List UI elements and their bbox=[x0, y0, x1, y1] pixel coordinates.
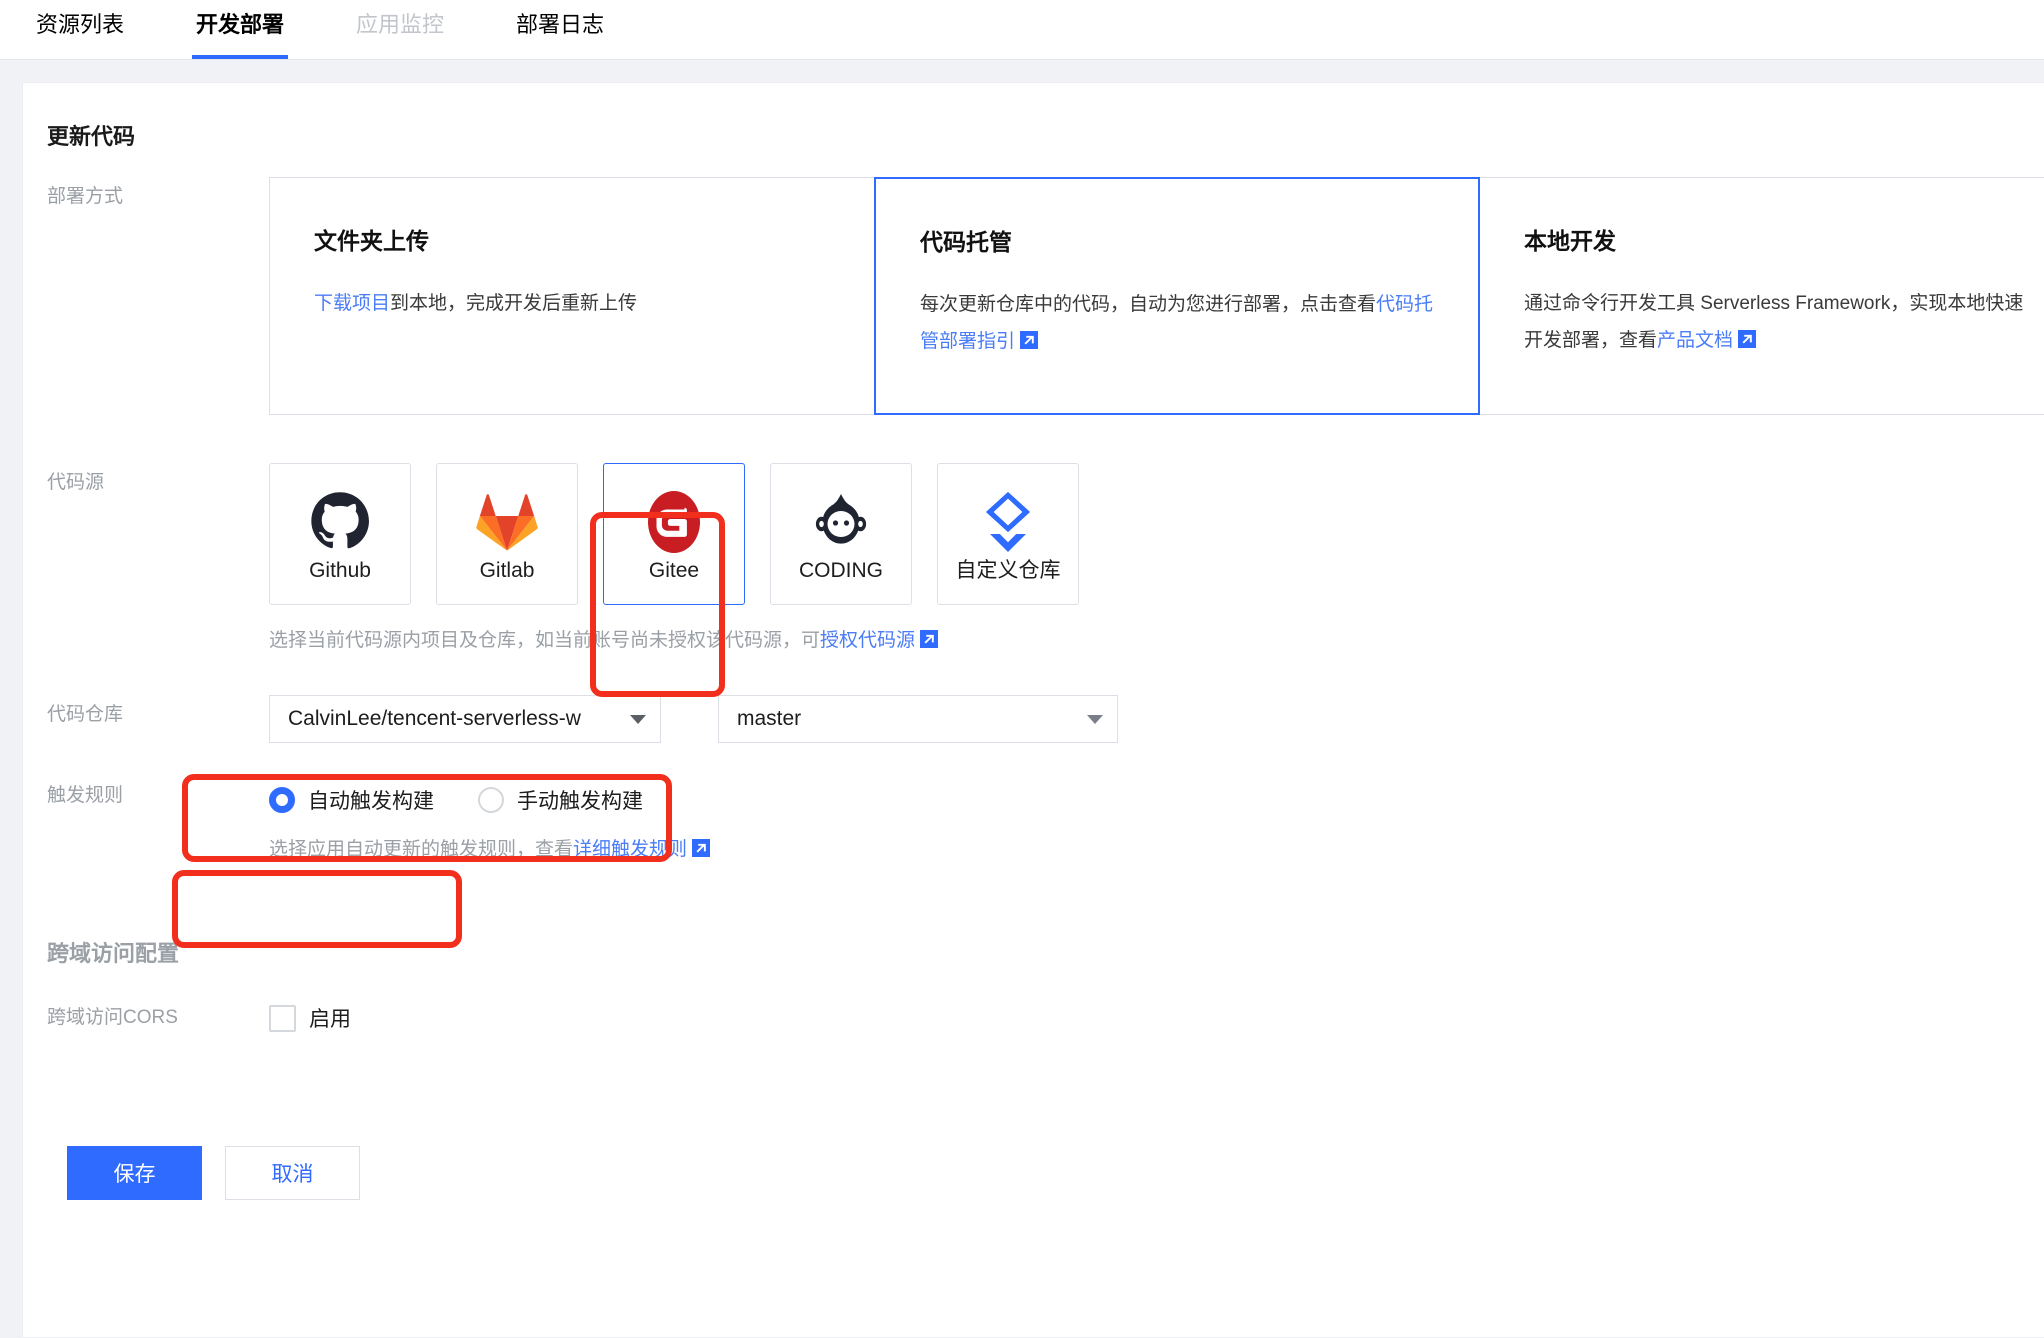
deploy-card-desc: 下载项目到本地，完成开发后重新上传 bbox=[314, 285, 830, 322]
branch-select-value: master bbox=[737, 707, 802, 730]
page-body: 更新代码 部署方式 文件夹上传 下载项目到本地，完成开发后重新上传 代码托管 每… bbox=[0, 60, 2044, 1338]
coding-icon bbox=[808, 488, 874, 556]
deploy-card-title: 本地开发 bbox=[1524, 228, 1616, 254]
external-link-icon bbox=[692, 838, 711, 857]
trigger-rule-hint: 选择应用自动更新的触发规则，查看详细触发规则 bbox=[269, 836, 2044, 864]
github-icon bbox=[309, 488, 371, 556]
cors-label: 跨域访问CORS bbox=[47, 1007, 178, 1028]
code-source-tile-label: Gitee bbox=[648, 558, 700, 582]
radio-manual-trigger[interactable]: 手动触发构建 bbox=[478, 785, 643, 815]
code-source-tile-coding[interactable]: CODING bbox=[770, 463, 912, 605]
product-docs-link[interactable]: 产品文档 bbox=[1657, 330, 1733, 351]
gitlab-icon bbox=[476, 488, 538, 556]
deploy-card-code-hosting[interactable]: 代码托管 每次更新仓库中的代码，自动为您进行部署，点击查看代码托管部署指引 bbox=[874, 177, 1480, 415]
trigger-rule-label: 触发规则 bbox=[47, 785, 124, 806]
cancel-button[interactable]: 取消 bbox=[225, 1146, 360, 1200]
radio-indicator-selected bbox=[269, 787, 295, 813]
deploy-card-folder-upload[interactable]: 文件夹上传 下载项目到本地，完成开发后重新上传 bbox=[269, 177, 875, 415]
tab-app-monitoring[interactable]: 应用监控 bbox=[356, 0, 444, 59]
deploy-card-desc-suffix: 到本地，完成开发后重新上传 bbox=[390, 293, 638, 314]
deploy-method-card-group: 文件夹上传 下载项目到本地，完成开发后重新上传 代码托管 每次更新仓库中的代码，… bbox=[269, 177, 2044, 415]
deploy-method-label: 部署方式 bbox=[47, 186, 124, 207]
code-repo-field: CalvinLee/tencent-serverless-w master bbox=[269, 695, 2044, 743]
form-footer: 保存 取消 bbox=[23, 1146, 2044, 1200]
code-source-tile-github[interactable]: Github bbox=[269, 463, 411, 605]
radio-manual-trigger-label: 手动触发构建 bbox=[517, 790, 643, 813]
external-link-icon bbox=[1020, 325, 1039, 349]
trigger-rule-details-link[interactable]: 详细触发规则 bbox=[573, 839, 687, 860]
radio-indicator bbox=[478, 787, 504, 813]
cors-field: 启用 bbox=[269, 998, 2044, 1038]
code-source-row: 代码源 Github Gitlab Gitee CODING 自定义仓库 选择当… bbox=[23, 463, 2044, 655]
tab-resource-list[interactable]: 资源列表 bbox=[36, 0, 124, 59]
authorize-code-source-link[interactable]: 授权代码源 bbox=[820, 630, 915, 651]
tab-dev-deploy[interactable]: 开发部署 bbox=[192, 0, 289, 59]
external-link-icon bbox=[1738, 324, 1757, 348]
deploy-card-desc-prefix: 每次更新仓库中的代码，自动为您进行部署，点击查看 bbox=[920, 294, 1377, 315]
code-source-tile-custom-repo[interactable]: 自定义仓库 bbox=[937, 463, 1079, 605]
trigger-rule-row: 触发规则 自动触发构建 手动触发构建 选择应用自动更新的触发规则，查看详细触发规… bbox=[23, 776, 2044, 864]
code-source-tile-label: Gitlab bbox=[479, 558, 535, 582]
code-source-tile-gitlab[interactable]: Gitlab bbox=[436, 463, 578, 605]
cors-checkbox-row[interactable]: 启用 bbox=[269, 998, 2044, 1038]
code-source-field: Github Gitlab Gitee CODING 自定义仓库 选择当前代码源… bbox=[269, 463, 2044, 655]
branch-select[interactable]: master bbox=[718, 695, 1118, 743]
deploy-card-local-dev[interactable]: 本地开发 通过命令行开发工具 Serverless Framework，实现本地… bbox=[1479, 177, 2044, 415]
deploy-card-title: 代码托管 bbox=[920, 229, 1012, 255]
cors-row: 跨域访问CORS 启用 bbox=[23, 998, 2044, 1038]
update-code-card: 更新代码 部署方式 文件夹上传 下载项目到本地，完成开发后重新上传 代码托管 每… bbox=[22, 82, 2044, 1338]
deploy-method-field: 文件夹上传 下载项目到本地，完成开发后重新上传 代码托管 每次更新仓库中的代码，… bbox=[269, 177, 2044, 415]
page-title: 更新代码 bbox=[47, 124, 136, 149]
code-source-tile-gitee[interactable]: Gitee bbox=[603, 463, 745, 605]
code-source-hint-prefix: 选择当前代码源内项目及仓库，如当前账号尚未授权该代码源，可 bbox=[269, 630, 821, 651]
trigger-rule-radio-group: 自动触发构建 手动触发构建 bbox=[269, 776, 2044, 824]
code-source-tile-group: Github Gitlab Gitee CODING 自定义仓库 bbox=[269, 463, 2044, 605]
gitee-icon bbox=[644, 488, 704, 556]
cors-checkbox-label: 启用 bbox=[309, 1008, 351, 1031]
code-source-tile-label: Github bbox=[309, 558, 371, 582]
code-repo-row: 代码仓库 CalvinLee/tencent-serverless-w mast… bbox=[23, 695, 2044, 743]
deploy-method-row: 部署方式 文件夹上传 下载项目到本地，完成开发后重新上传 代码托管 每次更新仓库… bbox=[23, 177, 2044, 415]
repository-select-value: CalvinLee/tencent-serverless-w bbox=[288, 707, 581, 730]
repository-select[interactable]: CalvinLee/tencent-serverless-w bbox=[269, 695, 661, 743]
deploy-card-desc-prefix: 通过命令行开发工具 Serverless Framework，实现本地快速开发部… bbox=[1524, 293, 2024, 351]
main-tab-bar: 资源列表 开发部署 应用监控 部署日志 bbox=[0, 0, 2044, 60]
deploy-card-desc: 通过命令行开发工具 Serverless Framework，实现本地快速开发部… bbox=[1524, 285, 2040, 359]
code-source-label: 代码源 bbox=[47, 472, 105, 493]
trigger-rule-hint-prefix: 选择应用自动更新的触发规则，查看 bbox=[269, 839, 574, 860]
cors-checkbox[interactable] bbox=[269, 1004, 296, 1032]
external-link-icon bbox=[920, 629, 939, 648]
code-source-hint: 选择当前代码源内项目及仓库，如当前账号尚未授权该代码源，可授权代码源 bbox=[269, 627, 2044, 655]
deploy-card-desc: 每次更新仓库中的代码，自动为您进行部署，点击查看代码托管部署指引 bbox=[920, 286, 1434, 360]
code-source-tile-label: CODING bbox=[799, 558, 883, 582]
chevron-down-icon bbox=[630, 714, 646, 724]
code-repo-label: 代码仓库 bbox=[47, 704, 124, 725]
cors-section-title: 跨域访问配置 bbox=[47, 941, 180, 966]
download-project-link[interactable]: 下载项目 bbox=[314, 293, 390, 314]
radio-auto-trigger-label: 自动触发构建 bbox=[308, 790, 434, 813]
save-button[interactable]: 保存 bbox=[67, 1146, 202, 1200]
chevron-down-icon bbox=[1087, 714, 1103, 724]
tab-deploy-logs[interactable]: 部署日志 bbox=[516, 0, 604, 59]
code-repo-selects: CalvinLee/tencent-serverless-w master bbox=[269, 695, 2044, 743]
code-source-tile-label: 自定义仓库 bbox=[955, 558, 1061, 582]
trigger-rule-field: 自动触发构建 手动触发构建 选择应用自动更新的触发规则，查看详细触发规则 bbox=[269, 776, 2044, 864]
radio-auto-trigger[interactable]: 自动触发构建 bbox=[269, 785, 434, 815]
deploy-card-title: 文件夹上传 bbox=[314, 228, 429, 254]
custom-repo-icon bbox=[979, 488, 1037, 556]
